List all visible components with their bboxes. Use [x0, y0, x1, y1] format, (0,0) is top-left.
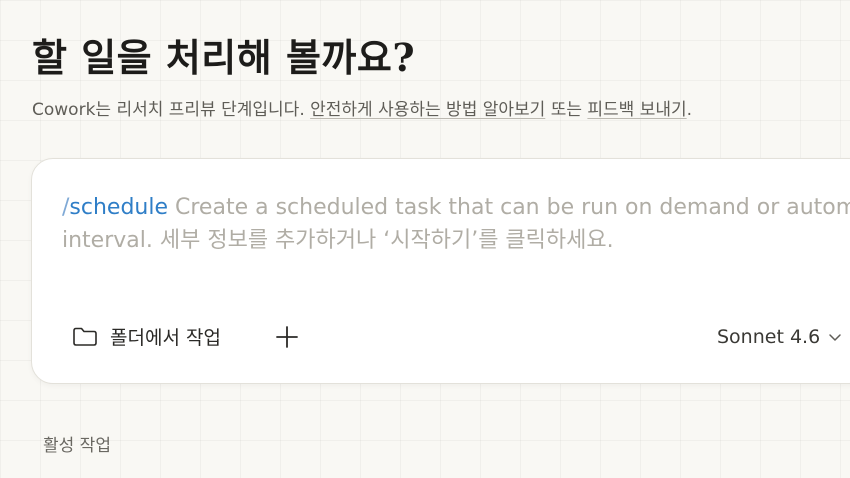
- subtitle: Cowork는 리서치 프리뷰 단계입니다. 안전하게 사용하는 방법 알아보기…: [32, 97, 692, 123]
- learn-safe-use-link[interactable]: 안전하게 사용하는 방법 알아보기: [310, 100, 545, 120]
- prompt-line-1: /schedule Create a scheduled task that c…: [62, 191, 850, 224]
- command-name: schedule: [69, 195, 169, 220]
- plus-icon: [275, 325, 299, 349]
- subtitle-connector: 또는: [545, 100, 588, 120]
- prompt-line-2: interval. 세부 정보를 추가하거나 ‘시작하기’를 클릭하세요.: [62, 228, 614, 253]
- add-button[interactable]: [272, 322, 302, 352]
- model-selector[interactable]: Sonnet 4.6: [717, 321, 842, 353]
- prompt-input[interactable]: /schedule Create a scheduled task that c…: [62, 191, 850, 263]
- model-label: Sonnet 4.6: [717, 326, 821, 348]
- subtitle-text: 는 리서치 프리뷰 단계입니다.: [95, 100, 311, 120]
- work-in-folder-button[interactable]: 폴더에서 작업: [72, 319, 221, 353]
- active-tasks-heading: 활성 작업: [43, 436, 111, 456]
- send-feedback-link[interactable]: 피드백 보내기: [587, 100, 686, 120]
- prompt-text-1: Create a scheduled task that can be run …: [175, 195, 850, 220]
- page-title: 할 일을 처리해 볼까요?: [32, 35, 416, 80]
- subtitle-period: .: [686, 100, 693, 120]
- folder-button-label: 폴더에서 작업: [110, 326, 221, 349]
- product-name: Cowork: [32, 100, 96, 120]
- composer-card: /schedule Create a scheduled task that c…: [31, 158, 850, 384]
- chevron-down-icon: [828, 330, 842, 344]
- folder-icon: [72, 325, 98, 347]
